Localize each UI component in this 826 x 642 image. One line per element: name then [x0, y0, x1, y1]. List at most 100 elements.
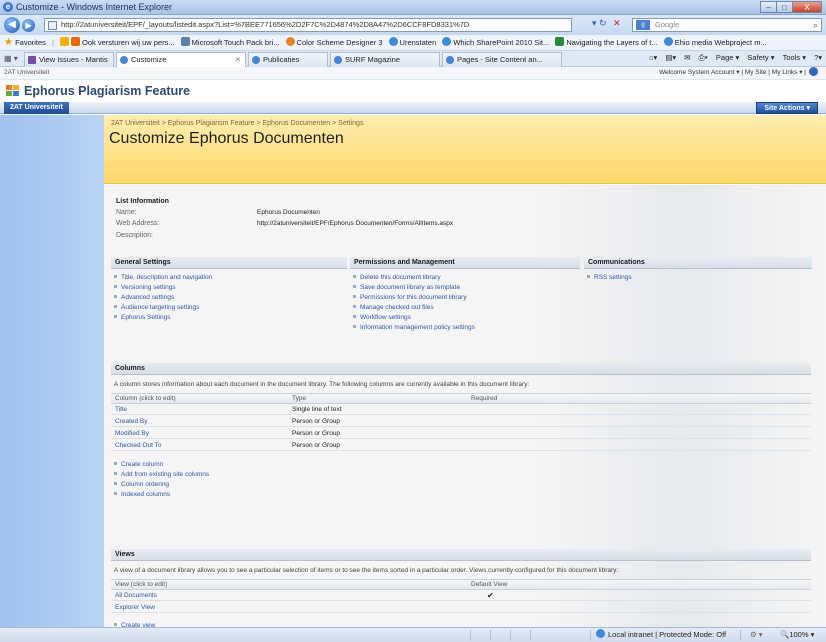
- site-icon: [555, 37, 565, 46]
- general-settings-links: Title, description and navigation Versio…: [114, 273, 212, 323]
- address-bar[interactable]: http://2atuniversiteit/EPF/_layouts/list…: [44, 18, 572, 32]
- mail-icon[interactable]: ✉: [684, 53, 690, 62]
- ie-icon: [446, 56, 454, 64]
- site-actions-button[interactable]: Site Actions ▾: [756, 102, 818, 114]
- column-action-link[interactable]: Column ordering: [114, 480, 209, 490]
- site-icon: [71, 37, 81, 46]
- general-link[interactable]: Ephorus Settings: [114, 313, 212, 323]
- permissions-link[interactable]: Workflow settings: [353, 313, 475, 323]
- print-icon[interactable]: ⎙▾: [699, 53, 708, 62]
- column-action-link[interactable]: Indexed columns: [114, 490, 209, 500]
- ie-icon: [334, 56, 342, 64]
- general-link[interactable]: Versioning settings: [114, 283, 212, 293]
- window-controls: – □ X: [760, 1, 822, 14]
- permissions-link[interactable]: Manage checked out files: [353, 303, 475, 313]
- column-type: Person or Group: [292, 442, 341, 449]
- column-link[interactable]: Created By: [115, 416, 148, 427]
- ie-icon: [442, 37, 452, 46]
- search-input[interactable]: g Google ⌕: [632, 18, 822, 32]
- column-type: Single line of text: [292, 406, 342, 413]
- view-header-name[interactable]: View (click to edit): [115, 580, 167, 590]
- address-tools: ▾ ↻ ✕: [592, 18, 621, 29]
- table-row: Explorer View: [111, 602, 811, 613]
- permissions-link[interactable]: Permissions for this document library: [353, 293, 475, 303]
- stop-icon[interactable]: ✕: [613, 18, 621, 28]
- view-link[interactable]: All Documents: [115, 590, 157, 601]
- permissions-link[interactable]: Information management policy settings: [353, 323, 475, 333]
- general-link[interactable]: Title, description and navigation: [114, 273, 212, 283]
- add-favorite-icon: [60, 37, 70, 46]
- rss-settings-link[interactable]: RSS settings: [587, 273, 632, 283]
- general-link[interactable]: Audience targeting settings: [114, 303, 212, 313]
- site-icon: [285, 37, 295, 46]
- page-menu[interactable]: Page ▾: [716, 53, 739, 62]
- site-logo-icon: [6, 85, 20, 97]
- column-link[interactable]: Title: [115, 404, 127, 415]
- section-heading: List Information: [116, 198, 169, 205]
- tab-publicaties[interactable]: Publicaties: [248, 52, 328, 67]
- description-label: Description:: [116, 232, 153, 239]
- table-row: Checked Out To Person or Group: [111, 440, 811, 451]
- permissions-link[interactable]: Save document library as template: [353, 283, 475, 293]
- column-link[interactable]: Modified By: [115, 428, 149, 439]
- safety-menu[interactable]: Safety ▾: [747, 53, 774, 62]
- top-navigation: 2AT Universiteit Site Actions ▾: [0, 102, 826, 114]
- close-button[interactable]: X: [792, 1, 822, 13]
- view-link[interactable]: Explorer View: [115, 602, 155, 613]
- tab-surf-magazine[interactable]: SURF Magazine: [330, 52, 440, 67]
- tab-mantis[interactable]: View Issues - Mantis: [24, 52, 114, 67]
- tools-menu[interactable]: Tools ▾: [783, 53, 806, 62]
- favorite-item[interactable]: Microsoft Touch Pack bri...: [180, 35, 279, 50]
- close-tab-icon[interactable]: ✕: [235, 53, 241, 67]
- zoom-level[interactable]: 🔍100% ▾: [780, 628, 814, 642]
- back-arrow-icon[interactable]: ◀: [4, 17, 20, 33]
- column-action-link[interactable]: Create column: [114, 460, 209, 470]
- general-link[interactable]: Advanced settings: [114, 293, 212, 303]
- favorite-item[interactable]: Navigating the Layers of t...: [555, 35, 658, 50]
- command-bar: ⌂▾ ▤▾ ✉ ⎙▾ Page ▾ Safety ▾ Tools ▾ ?▾: [643, 53, 822, 63]
- favorites-button[interactable]: ★ Favorites: [4, 35, 46, 50]
- default-view-check-icon: ✔: [487, 591, 494, 600]
- favorite-item[interactable]: Ook versturen wij uw pers...: [60, 35, 175, 50]
- protected-mode-icon[interactable]: ⚙ ▾: [750, 628, 763, 642]
- ie-icon: [663, 37, 673, 46]
- tab-pages[interactable]: Pages - Site Content an...: [442, 52, 562, 67]
- site-title[interactable]: Ephorus Plagiarism Feature: [24, 84, 190, 98]
- search-icon[interactable]: ⌕: [813, 19, 818, 31]
- views-description: A view of a document library allows you …: [114, 567, 619, 574]
- column-header-type: Type: [292, 395, 307, 402]
- column-link[interactable]: Checked Out To: [115, 440, 162, 451]
- general-settings-heading: General Settings: [111, 257, 347, 269]
- site-icon: [180, 37, 190, 46]
- help-icon[interactable]: [809, 67, 818, 76]
- nav-tab-home[interactable]: 2AT Universiteit: [4, 102, 69, 114]
- minimize-button[interactable]: –: [760, 1, 777, 13]
- tab-customize[interactable]: Customize ✕: [116, 52, 246, 67]
- favorite-item[interactable]: Ehio media Webproject m...: [663, 35, 767, 50]
- favorite-item[interactable]: Which SharePoint 2010 Sit...: [442, 35, 549, 50]
- welcome-menu[interactable]: Welcome System Account ▾ | My Site | My …: [659, 67, 818, 79]
- column-header-required: Required: [471, 395, 498, 402]
- favorite-item[interactable]: Urenstaten: [388, 35, 436, 50]
- column-type: Person or Group: [292, 418, 341, 425]
- favorite-item[interactable]: Color Scheme Designer 3: [285, 35, 382, 50]
- page-icon: [48, 21, 57, 30]
- feeds-icon[interactable]: ▤▾: [665, 53, 676, 62]
- column-actions: Create column Add from existing site col…: [114, 460, 209, 500]
- site-collection-link[interactable]: 2AT Universiteit: [4, 67, 49, 79]
- refresh-icon[interactable]: ↻: [599, 18, 607, 28]
- quick-tabs-icon[interactable]: ▦ ▾: [4, 54, 18, 63]
- permissions-links: Delete this document library Save docume…: [353, 273, 475, 333]
- column-action-link[interactable]: Add from existing site columns: [114, 470, 209, 480]
- maximize-button[interactable]: □: [776, 1, 793, 13]
- views-table-header: View (click to edit) Default View: [111, 579, 811, 590]
- permissions-link[interactable]: Delete this document library: [353, 273, 475, 283]
- column-header-name[interactable]: Column (click to edit): [115, 394, 176, 404]
- security-zone[interactable]: Local intranet | Protected Mode: Off: [596, 628, 726, 642]
- forward-arrow-icon[interactable]: ▶: [22, 19, 35, 32]
- address-toolbar: ◀ ▶ http://2atuniversiteit/EPF/_layouts/…: [0, 15, 826, 35]
- home-icon[interactable]: ⌂▾: [649, 53, 657, 62]
- dropdown-arrow-icon[interactable]: ▾: [592, 18, 597, 28]
- help-menu[interactable]: ?▾: [814, 53, 822, 62]
- breadcrumb[interactable]: 2AT Universiteit > Ephorus Plagiarism Fe…: [111, 120, 363, 127]
